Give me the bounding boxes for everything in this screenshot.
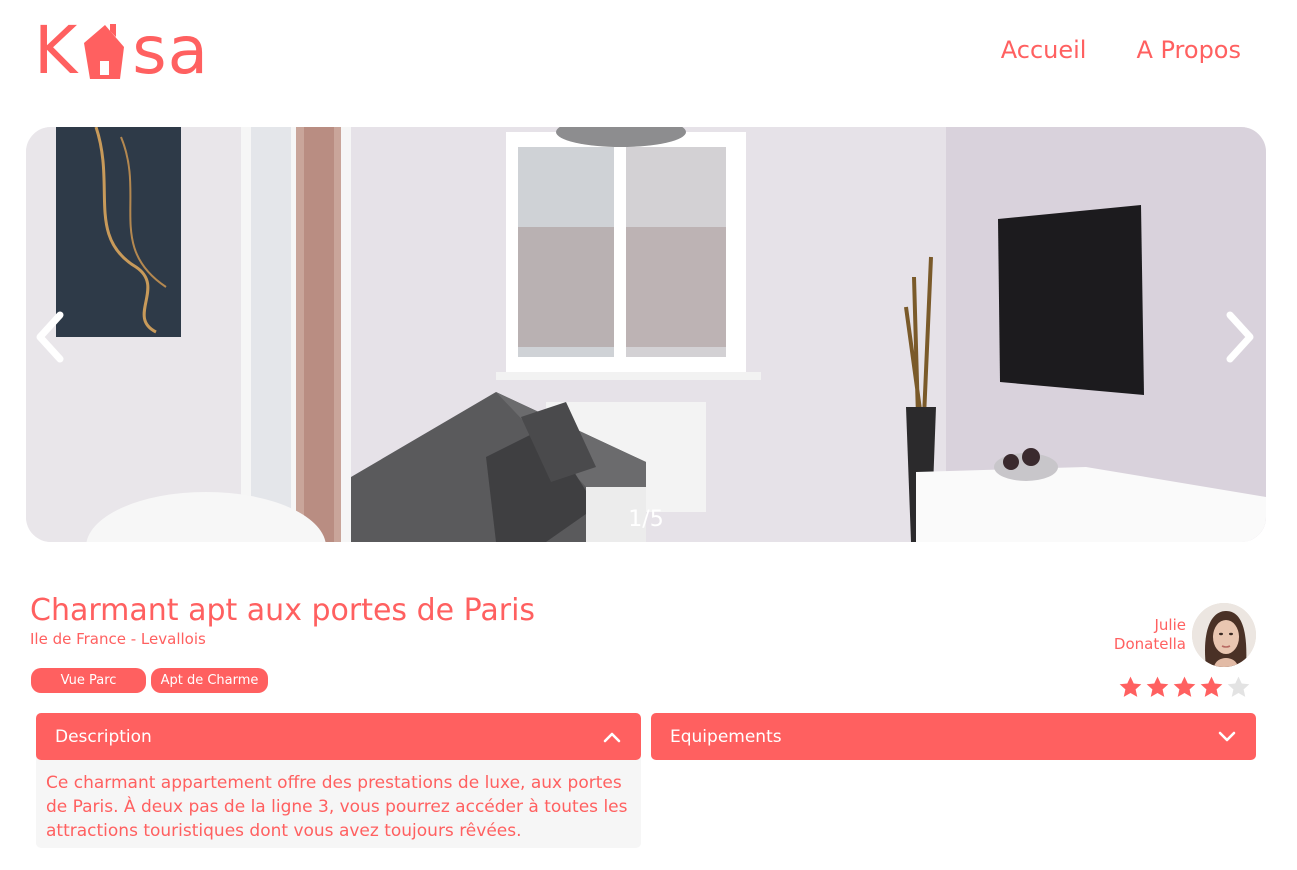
star-icon xyxy=(1146,676,1169,697)
logo[interactable]: K sa xyxy=(34,14,209,88)
main-nav: Accueil A Propos xyxy=(1001,36,1241,64)
image-carousel: 1/5 xyxy=(26,127,1266,542)
tag: Vue Parc xyxy=(31,668,146,693)
description-text: Ce charmant appartement offre des presta… xyxy=(36,756,641,848)
tag-list: Vue Parc Apt de Charme xyxy=(31,668,268,693)
host-info: Julie Donatella xyxy=(1114,603,1256,667)
description-toggle[interactable]: Description xyxy=(36,713,641,760)
chevron-down-icon xyxy=(1218,731,1236,741)
house-icon xyxy=(84,24,125,79)
nav-link-about[interactable]: A Propos xyxy=(1136,36,1241,64)
chevron-up-icon xyxy=(603,732,621,742)
chevron-right-icon[interactable] xyxy=(1220,307,1260,367)
listing-location: Ile de France - Levallois xyxy=(30,630,206,648)
avatar xyxy=(1192,603,1256,667)
nav-link-home[interactable]: Accueil xyxy=(1001,36,1087,64)
star-icon xyxy=(1227,676,1250,697)
host-last-name: Donatella xyxy=(1113,635,1186,653)
star-icon xyxy=(1119,676,1142,697)
logo-text-k: K xyxy=(34,12,79,89)
equipments-toggle[interactable]: Equipements xyxy=(651,713,1256,760)
chevron-left-icon[interactable] xyxy=(30,307,70,367)
description-collapse: Ce charmant appartement offre des presta… xyxy=(36,713,641,848)
description-label: Description xyxy=(55,726,152,747)
equipments-label: Equipements xyxy=(670,726,782,747)
star-icon xyxy=(1200,676,1223,697)
apartment-photo xyxy=(26,127,1266,542)
star-icon xyxy=(1173,676,1196,697)
rating-stars xyxy=(1118,675,1251,700)
host-first-name: Julie xyxy=(1154,616,1187,634)
equipments-collapse: Equipements xyxy=(651,713,1256,760)
host-name: Julie Donatella xyxy=(1114,616,1186,654)
tag: Apt de Charme xyxy=(151,668,268,693)
image-counter: 1/5 xyxy=(628,507,664,532)
listing-title: Charmant apt aux portes de Paris xyxy=(30,593,536,628)
logo-text-sa: sa xyxy=(132,12,210,89)
